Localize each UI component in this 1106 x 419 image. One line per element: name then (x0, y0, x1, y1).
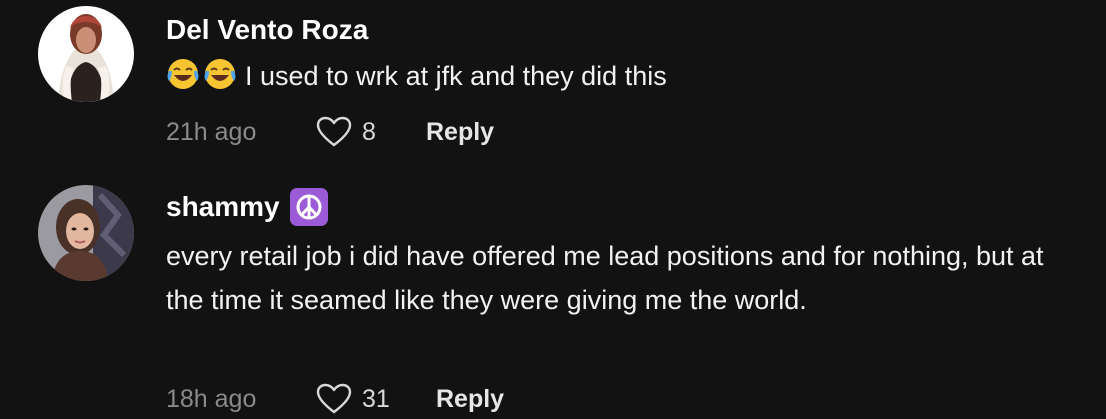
like-count: 31 (362, 384, 390, 413)
avatar[interactable] (38, 6, 134, 102)
timestamp: 21h ago (166, 117, 257, 146)
avatar[interactable] (38, 185, 134, 281)
timestamp: 18h ago (166, 384, 257, 413)
like-count: 8 (362, 117, 376, 146)
comment-text: I used to wrk at jfk and they did this (166, 54, 1066, 98)
reply-button[interactable]: Reply (426, 118, 494, 147)
comment-meta: 18h ago 31 Reply (166, 379, 504, 419)
joy-emoji-icon (167, 59, 199, 89)
joy-emoji-group (166, 57, 237, 91)
username[interactable]: Del Vento Roza (166, 12, 1066, 48)
heart-icon (316, 116, 352, 147)
heart-icon (316, 383, 352, 414)
comment-text-body: every retail job i did have offered me l… (166, 241, 1044, 315)
peace-symbol-icon (289, 188, 328, 226)
reply-button[interactable]: Reply (436, 385, 504, 414)
comment-text-body: I used to wrk at jfk and they did this (245, 61, 667, 91)
username[interactable]: shammy (166, 188, 1066, 226)
comment-meta: 21h ago 8 Reply (166, 112, 494, 152)
joy-emoji-icon (204, 59, 236, 89)
username-text: shammy (166, 191, 280, 222)
username-text: Del Vento Roza (166, 14, 369, 45)
comment-text: every retail job i did have offered me l… (166, 234, 1046, 322)
like-button[interactable]: 8 (316, 116, 426, 148)
like-button[interactable]: 31 (316, 383, 436, 415)
